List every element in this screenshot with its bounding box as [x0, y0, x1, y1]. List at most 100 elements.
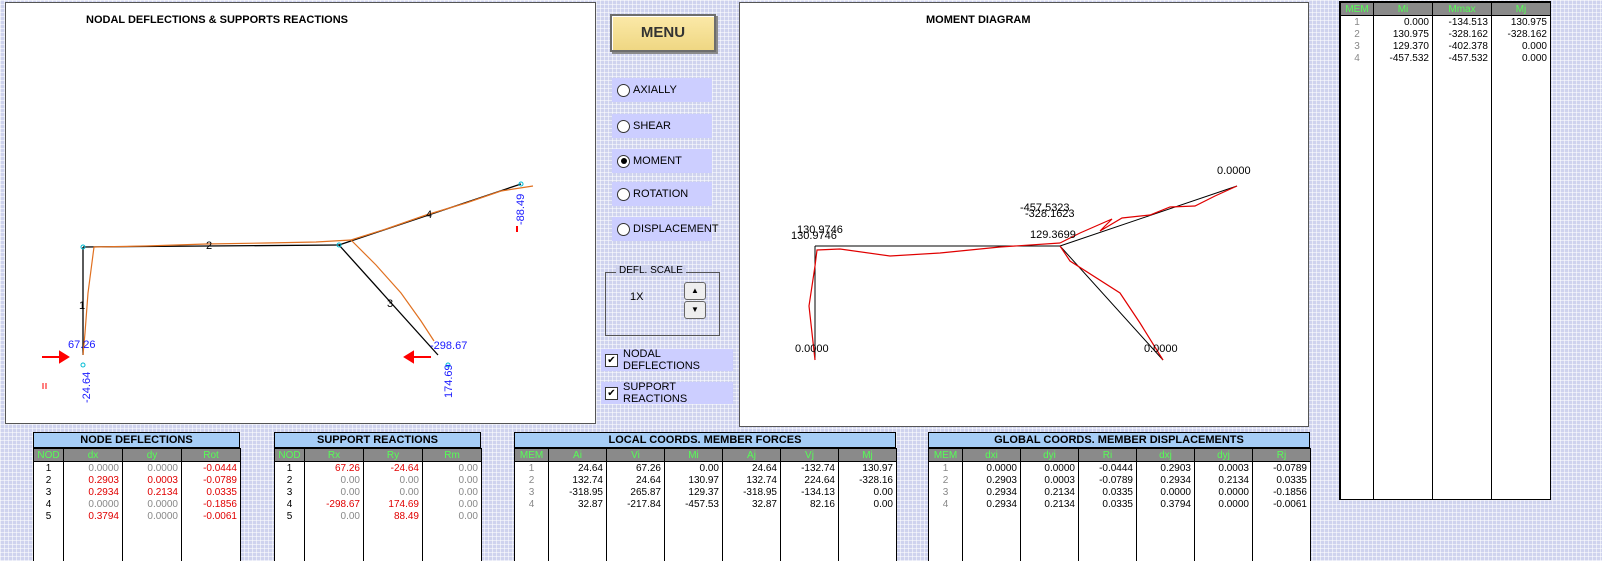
reaction-marker: [42, 383, 47, 389]
member-displacements-table: GLOBAL COORDS. MEMBER DISPLACEMENTS MEM …: [928, 432, 1311, 561]
table-cell: 0.3794: [1136, 498, 1195, 510]
table-cell: -132.74: [780, 461, 839, 474]
option-shear[interactable]: SHEAR: [612, 114, 712, 138]
option-axially[interactable]: AXIALLY: [612, 78, 712, 102]
table-cell: -0.0789: [1078, 474, 1137, 486]
table-row: 2 0.2903 0.0003 -0.0789 0.2934 0.2134 0.…: [928, 474, 1311, 486]
table-cell: 0.2134: [1020, 498, 1079, 510]
radio-icon[interactable]: [617, 187, 630, 201]
column-header: Ri: [1078, 448, 1137, 462]
checkbox-nodal-deflections[interactable]: ✔ NODAL DEFLECTIONS: [601, 348, 733, 372]
reaction-arrow-icon: [42, 350, 70, 364]
table-row: 3 129.370 -402.378 0.000: [1340, 40, 1551, 52]
option-displacement[interactable]: DISPLACEMENT: [612, 217, 719, 241]
column-header: Vj: [780, 448, 839, 462]
table-cell: 88.49: [363, 510, 423, 522]
table-row: 4 -298.67 174.69 0.00: [274, 498, 482, 510]
table-cell: 130.97: [838, 461, 897, 474]
table-cell: 5: [33, 510, 64, 522]
table-cell: -0.0444: [181, 461, 241, 474]
table-cell: 67.26: [606, 461, 665, 474]
column-header: Rx: [304, 448, 364, 462]
table-cell: 0.2934: [962, 498, 1021, 510]
column-header: MEM: [1340, 2, 1374, 16]
table-cell: 0.0000: [1020, 461, 1079, 474]
table-cell: 0.00: [664, 461, 723, 474]
table-cell: 5: [274, 510, 305, 522]
table-row: 4 0.2934 0.2134 0.0335 0.3794 0.0000 -0.…: [928, 498, 1311, 510]
table-cell: 174.69: [363, 498, 423, 510]
table-cell: 0.2134: [1020, 486, 1079, 498]
table-row: 2 132.74 24.64 130.97 132.74 224.64 -328…: [514, 474, 897, 486]
table-cell: -402.378: [1432, 40, 1492, 52]
checkmark-icon[interactable]: ✔: [605, 353, 618, 367]
column-header: NOD: [33, 448, 64, 462]
deflected-shape: [82, 185, 534, 356]
member-label: 1: [79, 300, 85, 312]
table-cell: 224.64: [780, 474, 839, 486]
column-header: Mi: [1373, 2, 1433, 16]
checkbox-support-reactions[interactable]: ✔ SUPPORT REACTIONS: [601, 381, 733, 405]
option-rotation[interactable]: ROTATION: [612, 182, 712, 206]
radio-icon[interactable]: [617, 222, 630, 236]
checkbox-label: SUPPORT REACTIONS: [623, 381, 688, 405]
deflection-canvas: NODAL DEFLECTIONS & SUPPORTS REACTIONS 1…: [5, 2, 596, 424]
column-header: Mj: [838, 448, 897, 462]
table-cell: 24.64: [722, 461, 781, 474]
column-header: dyj: [1194, 448, 1253, 462]
table-cell: 0.2934: [1136, 474, 1195, 486]
deflection-scale-label: DEFL. SCALE: [616, 265, 686, 276]
table-cell: 32.87: [722, 498, 781, 510]
table-cell: -217.84: [606, 498, 665, 510]
table-cell: 2: [1340, 28, 1374, 40]
column-header: Rm: [422, 448, 482, 462]
reaction-ry-node5: -88.49: [515, 194, 527, 225]
option-label: AXIALLY: [633, 84, 677, 96]
table-cell: 3: [33, 486, 64, 498]
radio-icon[interactable]: [617, 119, 630, 133]
table-cell: 0.0000: [962, 461, 1021, 474]
table-cell: 132.74: [722, 474, 781, 486]
option-label: ROTATION: [633, 188, 689, 200]
column-header: Mmax: [1432, 2, 1492, 16]
table-cell: 0.00: [304, 486, 364, 498]
menu-button[interactable]: MENU: [610, 14, 716, 52]
reaction-rx-node4: -298.67: [430, 340, 467, 352]
table-cell: -0.0061: [1252, 498, 1311, 510]
scale-up-button[interactable]: ▲: [684, 282, 706, 300]
checkmark-icon[interactable]: ✔: [605, 386, 618, 400]
option-moment[interactable]: MOMENT: [612, 149, 712, 173]
radio-icon[interactable]: [617, 83, 630, 97]
table-row: 2 0.00 0.00 0.00: [274, 474, 482, 486]
reaction-arrow-icon: [403, 350, 431, 364]
table-cell: -0.1856: [181, 498, 241, 510]
table-cell: 4: [274, 498, 305, 510]
table-cell: 0.000: [1491, 40, 1551, 52]
table-cell: 32.87: [548, 498, 607, 510]
table-cell: 0.0000: [1136, 486, 1195, 498]
table-cell: -0.1856: [1252, 486, 1311, 498]
scale-down-button[interactable]: ▼: [684, 301, 706, 319]
column-header: dy: [122, 448, 182, 462]
moment-summary-table: MEM Mi Mmax Mj 1 0.000 -134.513 130.975 …: [1339, 1, 1551, 500]
table-cell: 265.87: [606, 486, 665, 498]
column-header: dyi: [1020, 448, 1079, 462]
table-cell: 130.975: [1373, 28, 1433, 40]
table-cell: 0.0000: [63, 461, 123, 474]
table-cell: 2: [928, 474, 963, 486]
column-header: Ai: [548, 448, 607, 462]
table-cell: 0.0000: [122, 498, 182, 510]
table-cell: 4: [33, 498, 64, 510]
column-header: Mj: [1491, 2, 1551, 16]
table-cell: -318.95: [722, 486, 781, 498]
node-deflections-table: NODE DEFLECTIONS NOD dx dy Rot 1 0.0000 …: [33, 432, 241, 561]
table-row: 2 0.2903 0.0003 -0.0789: [33, 474, 241, 486]
column-header: dx: [63, 448, 123, 462]
table-cell: 2: [514, 474, 549, 486]
table-cell: 0.0003: [1194, 461, 1253, 474]
reaction-ry-node4: 174.69: [443, 364, 455, 398]
table-cell: 0.00: [422, 498, 482, 510]
table-cell: 0.3794: [63, 510, 123, 522]
radio-selected-icon[interactable]: [617, 154, 630, 168]
table-row: 1 0.0000 0.0000 -0.0444 0.2903 0.0003 -0…: [928, 461, 1311, 474]
